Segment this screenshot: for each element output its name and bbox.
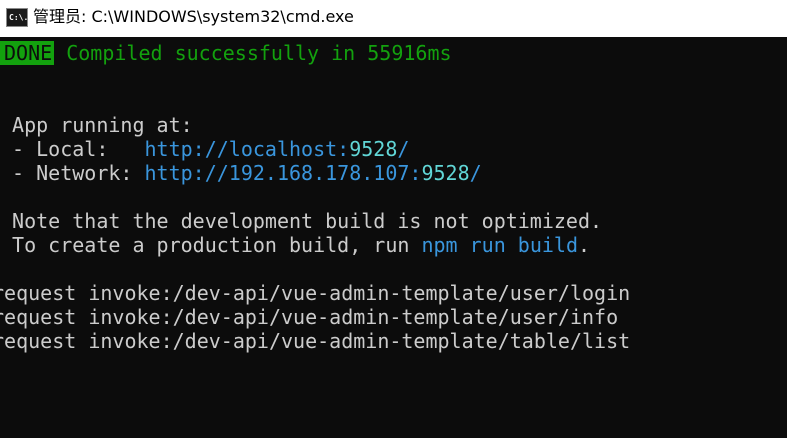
local-url-prefix: http://localhost: (144, 137, 350, 161)
network-url-suffix: / (469, 161, 482, 185)
console-output[interactable]: DONE Compiled successfully in 55916ms Ap… (0, 39, 787, 438)
compiled-message: Compiled successfully in 55916ms (66, 41, 452, 65)
create-build-line: To create a production build, run npm ru… (0, 233, 590, 257)
note-text: Note that the development build is not o… (12, 209, 603, 233)
cmd-window: C:\. 管理员: C:\WINDOWS\system32\cmd.exe DO… (0, 0, 787, 438)
network-port: 9528 (421, 161, 470, 185)
network-url-line: - Network: http://192.168.178.107:9528/ (0, 161, 482, 185)
create-prefix: To create a production build, run (12, 233, 422, 257)
local-port: 9528 (349, 137, 398, 161)
title-bar[interactable]: C:\. 管理员: C:\WINDOWS\system32\cmd.exe (0, 0, 787, 37)
request-line: request invoke:/dev-api/vue-admin-templa… (0, 281, 631, 305)
local-url-line: - Local: http://localhost:9528/ (0, 137, 409, 161)
app-running-text: App running at: (12, 113, 193, 137)
network-url-prefix: http://192.168.178.107: (144, 161, 422, 185)
local-label: - Local: (12, 137, 145, 161)
note-line: Note that the development build is not o… (0, 209, 602, 233)
create-suffix: . (578, 233, 591, 257)
local-url-suffix: / (397, 137, 410, 161)
build-command: npm run build (421, 233, 578, 257)
request-line: request invoke:/dev-api/vue-admin-templa… (0, 305, 619, 329)
window-title: 管理员: C:\WINDOWS\system32\cmd.exe (33, 7, 354, 26)
compile-status-line: DONE Compiled successfully in 55916ms (0, 41, 452, 65)
network-label: - Network: (12, 161, 145, 185)
request-line: request invoke:/dev-api/vue-admin-templa… (0, 329, 631, 353)
app-running-line: App running at: (0, 113, 193, 137)
cmd-app-icon[interactable]: C:\. (6, 8, 28, 27)
done-badge: DONE (0, 41, 55, 65)
